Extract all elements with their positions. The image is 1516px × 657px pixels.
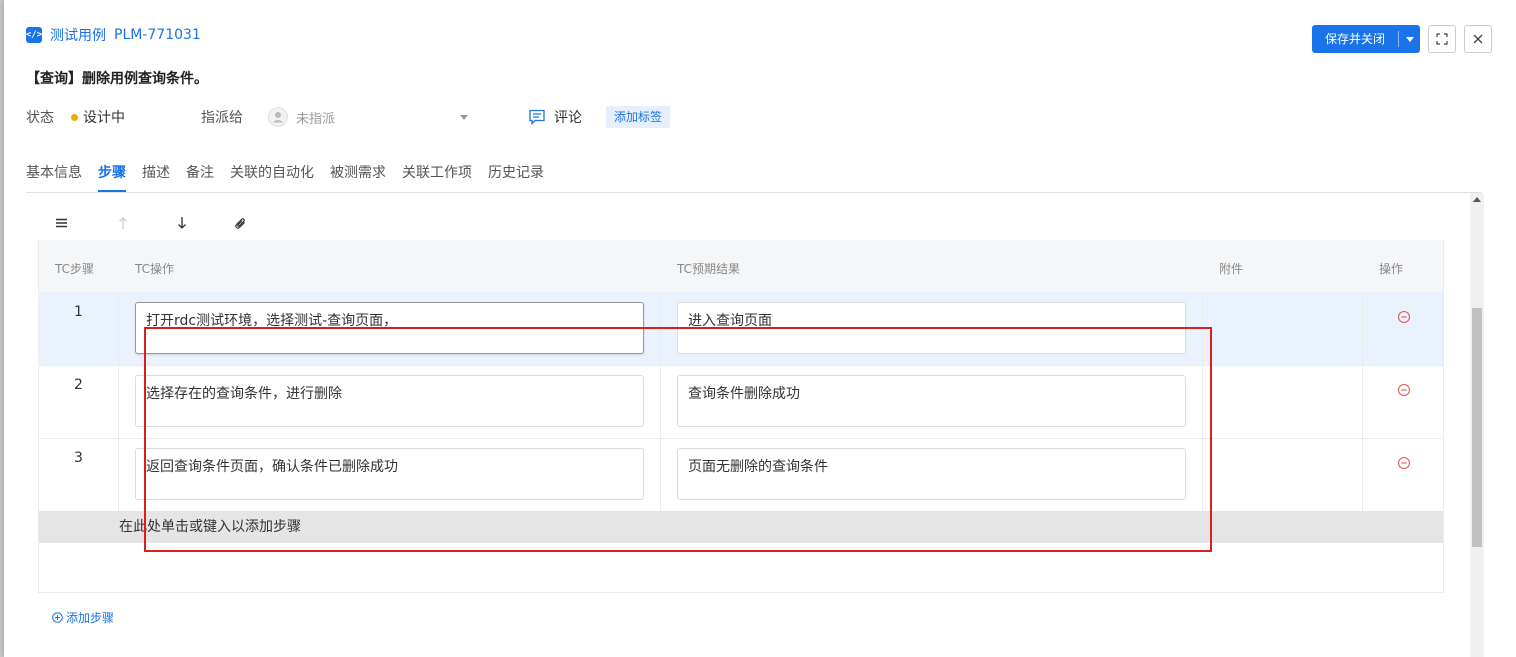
case-type-label[interactable]: 测试用例 (50, 25, 106, 45)
remove-step-icon[interactable] (1397, 383, 1411, 397)
step-number: 2 (39, 365, 119, 438)
status-label: 状态 (26, 110, 54, 126)
steps-table: TC步骤 TC操作 TC预期结果 附件 操作 1 打开rdc测试环境，选择测试-… (38, 240, 1444, 593)
table-row[interactable]: 3 返回查询条件页面，确认条件已删除成功 页面无删除的查询条件 (39, 438, 1443, 512)
step-expected-input[interactable]: 查询条件删除成功 (677, 375, 1186, 427)
test-case-dialog: </> 测试用例 PLM-771031 保存并关闭 【查询】删除用例查询条件。 … (4, 0, 1516, 657)
column-divider (660, 292, 661, 365)
test-case-type-icon: </> (26, 27, 42, 43)
col-tc-action: TC操作 (135, 262, 175, 276)
status-field: 状态 (26, 107, 54, 127)
case-title[interactable]: 【查询】删除用例查询条件。 (26, 68, 208, 88)
save-and-close-label: 保存并关闭 (1312, 31, 1399, 47)
add-step-button[interactable]: 添加步骤 (52, 609, 114, 626)
assignee-select[interactable]: 未指派 (268, 107, 470, 127)
assignee-value: 未指派 (296, 111, 336, 127)
step-expected-input[interactable]: 进入查询页面 (677, 302, 1186, 354)
tab-basic-info[interactable]: 基本信息 (26, 163, 82, 192)
attachment-icon[interactable] (235, 217, 246, 229)
dialog-header: </> 测试用例 PLM-771031 (26, 26, 201, 44)
chevron-down-icon[interactable] (1399, 36, 1420, 42)
plus-circle-icon (52, 612, 63, 623)
comment-icon (529, 109, 545, 126)
save-and-close-button[interactable]: 保存并关闭 (1312, 25, 1420, 53)
tab-bar: 基本信息 步骤 描述 备注 关联的自动化 被测需求 关联工作项 历史记录 (26, 163, 1482, 193)
steps-panel: TC步骤 TC操作 TC预期结果 附件 操作 1 打开rdc测试环境，选择测试-… (26, 193, 1466, 657)
column-divider (660, 438, 661, 511)
status-value-text: 设计中 (83, 110, 125, 126)
tab-linked-automation[interactable]: 关联的自动化 (230, 163, 314, 192)
status-value[interactable]: 设计中 (71, 107, 125, 127)
step-expected-input[interactable]: 页面无删除的查询条件 (677, 448, 1186, 500)
column-divider (660, 365, 661, 438)
chevron-down-icon (460, 115, 468, 120)
close-button[interactable] (1464, 25, 1492, 53)
column-divider (1202, 438, 1203, 511)
add-tag-button[interactable]: 添加标签 (606, 106, 671, 128)
steps-toolbar (56, 215, 246, 231)
tab-description[interactable]: 描述 (142, 163, 170, 192)
assignee-label-wrap: 指派给 (201, 107, 243, 127)
step-number: 1 (39, 292, 119, 365)
column-divider (1362, 292, 1363, 365)
scrollbar-thumb[interactable] (1472, 308, 1482, 547)
column-divider (1362, 438, 1363, 511)
tab-steps[interactable]: 步骤 (98, 163, 126, 192)
comment-button[interactable]: 评论 (528, 107, 582, 127)
col-attachment: 附件 (1219, 262, 1244, 276)
step-number: 3 (39, 438, 119, 511)
tab-history[interactable]: 历史记录 (488, 163, 544, 192)
column-divider (1362, 365, 1363, 438)
step-action-input[interactable]: 返回查询条件页面，确认条件已删除成功 (135, 448, 644, 500)
fullscreen-icon (1436, 33, 1448, 45)
insert-step-icon[interactable] (56, 218, 68, 228)
status-dot-icon (71, 113, 78, 121)
fullscreen-button[interactable] (1428, 25, 1456, 53)
step-action-input[interactable]: 选择存在的查询条件，进行删除 (135, 375, 644, 427)
close-icon (1473, 34, 1483, 44)
table-header: TC步骤 TC操作 TC预期结果 附件 操作 (39, 240, 1443, 292)
step-action-input[interactable]: 打开rdc测试环境，选择测试-查询页面， (135, 302, 644, 354)
comment-label: 评论 (554, 110, 582, 126)
column-divider (1202, 292, 1203, 365)
column-divider (1202, 365, 1203, 438)
tab-notes[interactable]: 备注 (186, 163, 214, 192)
remove-step-icon[interactable] (1397, 456, 1411, 470)
col-operation: 操作 (1379, 262, 1404, 276)
table-row[interactable]: 2 选择存在的查询条件，进行删除 查询条件删除成功 (39, 365, 1443, 439)
remove-step-icon[interactable] (1397, 310, 1411, 324)
vertical-scrollbar[interactable] (1470, 193, 1484, 657)
tab-tested-requirements[interactable]: 被测需求 (330, 163, 386, 192)
tab-linked-work-items[interactable]: 关联工作项 (402, 163, 472, 192)
scroll-up-arrow-icon[interactable] (1473, 197, 1481, 202)
add-step-hint: 在此处单击或键入以添加步骤 (119, 519, 301, 535)
move-down-icon[interactable] (177, 217, 187, 229)
assignee-label: 指派给 (201, 110, 243, 126)
table-row[interactable]: 1 打开rdc测试环境，选择测试-查询页面， 进入查询页面 (39, 292, 1443, 366)
user-icon (268, 107, 288, 127)
add-step-row[interactable]: 在此处单击或键入以添加步骤 (39, 511, 1443, 543)
col-tc-expected: TC预期结果 (677, 262, 741, 276)
col-step-number: TC步骤 (55, 262, 95, 276)
add-step-label: 添加步骤 (66, 611, 115, 625)
case-id-link[interactable]: PLM-771031 (114, 27, 201, 43)
move-up-icon[interactable] (118, 217, 128, 229)
